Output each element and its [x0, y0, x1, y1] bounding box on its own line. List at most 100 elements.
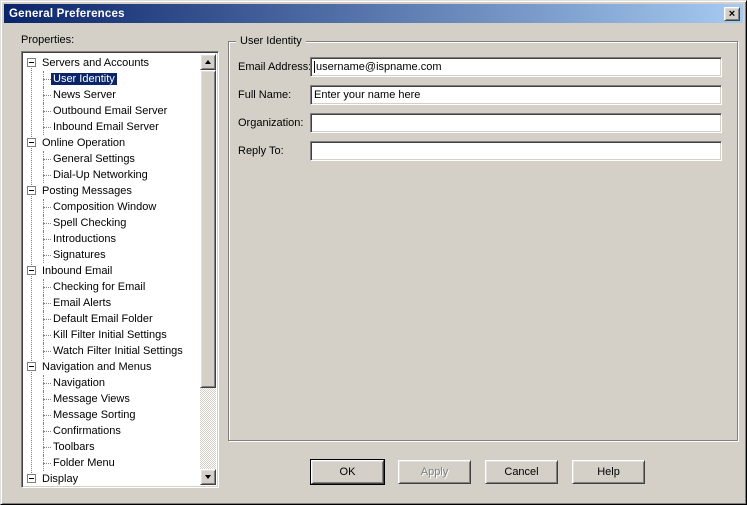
tree-item-label: Message Views: [51, 393, 132, 405]
full-name-label: Full Name:: [238, 89, 291, 101]
tree-item[interactable]: Message Views: [24, 391, 200, 407]
reply-to-label: Reply To:: [238, 145, 284, 157]
close-icon: ×: [729, 9, 735, 19]
tree-connector-horizontal: [43, 223, 51, 224]
scroll-up-icon: [205, 60, 211, 64]
tree-collapse-icon[interactable]: [27, 138, 36, 147]
tree-connector-horizontal: [43, 383, 51, 384]
tree-item[interactable]: Servers and Accounts: [24, 55, 200, 71]
tree-item[interactable]: Watch Filter Initial Settings: [24, 343, 200, 359]
tree-item[interactable]: Display: [24, 471, 200, 485]
scroll-down-button[interactable]: [200, 469, 216, 485]
tree-item[interactable]: Navigation: [24, 375, 200, 391]
tree-item[interactable]: Inbound Email: [24, 263, 200, 279]
tree-connector-horizontal: [43, 79, 51, 80]
tree-item[interactable]: Dial-Up Networking: [24, 167, 200, 183]
tree-connector-horizontal: [43, 127, 51, 128]
tree-item[interactable]: Toolbars: [24, 439, 200, 455]
help-button[interactable]: Help: [572, 460, 645, 484]
tree-connector-horizontal: [43, 207, 51, 208]
tree-item-label: Introductions: [51, 233, 118, 245]
tree-collapse-icon[interactable]: [27, 58, 36, 67]
email-address-label: Email Address:: [238, 61, 311, 73]
reply-to-row: Reply To:: [229, 141, 737, 161]
tree-item[interactable]: Default Email Folder: [24, 311, 200, 327]
tree-item-label: Toolbars: [51, 441, 97, 453]
tree-item-label: Online Operation: [40, 137, 127, 149]
full-name-input[interactable]: Enter your name here: [310, 85, 722, 105]
tree-item[interactable]: Composition Window: [24, 199, 200, 215]
properties-tree: Servers and Accounts User Identity News …: [21, 51, 219, 488]
organization-input[interactable]: [310, 113, 722, 133]
tree-item-label: Folder Menu: [51, 457, 117, 469]
tree-connector-horizontal: [43, 431, 51, 432]
tree-item[interactable]: Confirmations: [24, 423, 200, 439]
scroll-up-button[interactable]: [200, 54, 216, 70]
tree-item[interactable]: Email Alerts: [24, 295, 200, 311]
tree-item-label: Posting Messages: [40, 185, 134, 197]
window-title: General Preferences: [9, 8, 125, 20]
tree-connector-horizontal: [43, 175, 51, 176]
tree-connector-horizontal: [43, 159, 51, 160]
tree-connector-horizontal: [43, 255, 51, 256]
tree-item[interactable]: Navigation and Menus: [24, 359, 200, 375]
tree-item-label: Confirmations: [51, 425, 123, 437]
tree-connector-horizontal: [43, 111, 51, 112]
tree-connector-horizontal: [43, 351, 51, 352]
tree-item[interactable]: Signatures: [24, 247, 200, 263]
email-address-row: Email Address: username@ispname.com: [229, 57, 737, 77]
tree-connector-horizontal: [43, 335, 51, 336]
tree-item-label: User Identity: [51, 73, 117, 85]
tree-item-label: Kill Filter Initial Settings: [51, 329, 169, 341]
tree-item[interactable]: Message Sorting: [24, 407, 200, 423]
tree-item-label: Navigation: [51, 377, 107, 389]
tree-item[interactable]: Posting Messages: [24, 183, 200, 199]
organization-row: Organization:: [229, 113, 737, 133]
tree-item[interactable]: Online Operation: [24, 135, 200, 151]
close-button[interactable]: ×: [724, 7, 740, 21]
tree-collapse-icon[interactable]: [27, 186, 36, 195]
tree-item[interactable]: User Identity: [24, 71, 200, 87]
scrollbar-thumb[interactable]: [200, 70, 216, 388]
tree-item[interactable]: Checking for Email: [24, 279, 200, 295]
tree-item-label: Navigation and Menus: [40, 361, 153, 373]
dialog-body: Properties: Servers and Accounts User Id…: [4, 23, 745, 503]
tree-connector-horizontal: [43, 95, 51, 96]
titlebar: General Preferences ×: [4, 4, 743, 23]
tree-item[interactable]: Spell Checking: [24, 215, 200, 231]
tree-item[interactable]: Outbound Email Server: [24, 103, 200, 119]
tree-connector-horizontal: [43, 239, 51, 240]
reply-to-input[interactable]: [310, 141, 722, 161]
apply-button[interactable]: Apply: [398, 460, 471, 484]
properties-label: Properties:: [21, 34, 74, 46]
tree-item[interactable]: Introductions: [24, 231, 200, 247]
organization-label: Organization:: [238, 117, 303, 129]
general-preferences-dialog: General Preferences × Properties: Server…: [0, 0, 747, 505]
tree-item[interactable]: Inbound Email Server: [24, 119, 200, 135]
tree-item-label: Email Alerts: [51, 297, 113, 309]
properties-tree-rows: Servers and Accounts User Identity News …: [24, 54, 200, 485]
tree-item-label: News Server: [51, 89, 118, 101]
tree-item-label: Checking for Email: [51, 281, 147, 293]
tree-item-label: Composition Window: [51, 201, 158, 213]
cancel-button[interactable]: Cancel: [485, 460, 558, 484]
tree-collapse-icon[interactable]: [27, 362, 36, 371]
tree-item-label: Message Sorting: [51, 409, 138, 421]
tree-connector-horizontal: [43, 303, 51, 304]
tree-collapse-icon[interactable]: [27, 474, 36, 483]
tree-item-label: Spell Checking: [51, 217, 128, 229]
tree-item[interactable]: Kill Filter Initial Settings: [24, 327, 200, 343]
email-address-input[interactable]: username@ispname.com: [310, 57, 722, 77]
tree-item-label: General Settings: [51, 153, 137, 165]
tree-collapse-icon[interactable]: [27, 266, 36, 275]
tree-item[interactable]: News Server: [24, 87, 200, 103]
full-name-row: Full Name: Enter your name here: [229, 85, 737, 105]
tree-scrollbar[interactable]: [200, 54, 216, 485]
scrollbar-track[interactable]: [200, 388, 216, 469]
tree-item-label: Default Email Folder: [51, 313, 155, 325]
tree-item[interactable]: Folder Menu: [24, 455, 200, 471]
tree-connector-horizontal: [43, 287, 51, 288]
tree-item[interactable]: General Settings: [24, 151, 200, 167]
ok-button[interactable]: OK: [311, 460, 384, 484]
tree-item-label: Signatures: [51, 249, 108, 261]
